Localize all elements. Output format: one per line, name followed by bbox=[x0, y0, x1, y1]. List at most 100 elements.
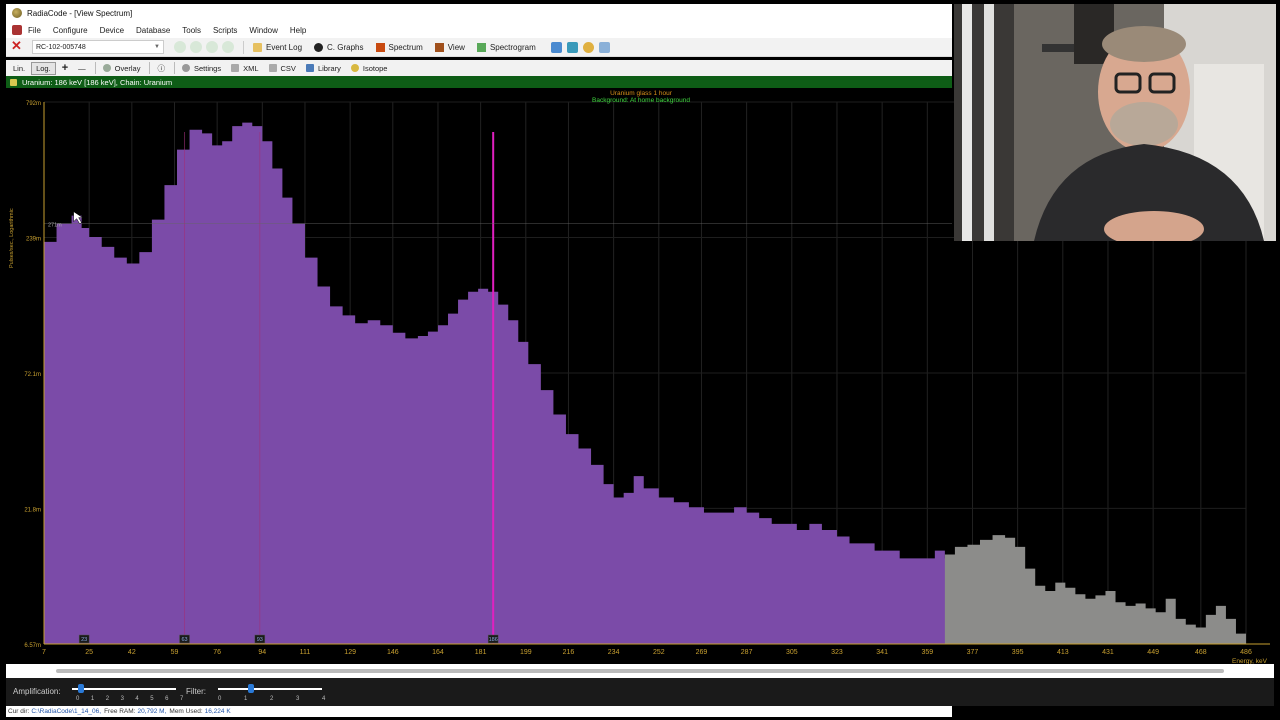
x-tick-label: 216 bbox=[563, 649, 575, 656]
x-tick-label: 146 bbox=[387, 649, 399, 656]
x-tick-label: 111 bbox=[300, 649, 311, 656]
toolbar-divider bbox=[149, 62, 151, 74]
refresh-icon[interactable] bbox=[190, 41, 202, 53]
amplification-slider-thumb[interactable] bbox=[78, 684, 84, 693]
x-tick-label: 181 bbox=[475, 649, 487, 656]
isotope-button[interactable]: Isotope bbox=[347, 62, 392, 75]
xml-button[interactable]: XML bbox=[227, 62, 262, 75]
xml-icon bbox=[231, 64, 240, 72]
device-logo-icon bbox=[10, 38, 26, 54]
scrollbar-thumb[interactable] bbox=[56, 669, 1224, 673]
globe-icon[interactable] bbox=[582, 41, 594, 53]
slider-tick-label: 0 bbox=[76, 696, 80, 702]
power-icon[interactable] bbox=[206, 41, 218, 53]
filter-slider[interactable] bbox=[218, 688, 322, 690]
slider-tick-label: 6 bbox=[165, 696, 169, 702]
info-button[interactable]: ⓘ bbox=[153, 62, 169, 75]
view-button[interactable]: View bbox=[432, 40, 468, 55]
csv-button[interactable]: CSV bbox=[265, 62, 300, 75]
c-graphs-icon bbox=[314, 42, 324, 52]
slider-tick-label: 3 bbox=[120, 696, 124, 702]
network-icon[interactable] bbox=[598, 41, 610, 53]
spectrum-button[interactable]: Spectrum bbox=[373, 40, 426, 55]
settings-button[interactable]: Settings bbox=[178, 62, 225, 75]
spectrogram-button[interactable]: Spectrogram bbox=[474, 40, 539, 55]
slider-tick-label: 2 bbox=[105, 696, 110, 702]
c-graphs-button[interactable]: C. Graphs bbox=[311, 40, 366, 55]
amplification-label: Amplification: bbox=[13, 687, 61, 696]
menu-help[interactable]: Help bbox=[290, 26, 306, 35]
menu-database[interactable]: Database bbox=[136, 26, 170, 35]
overlay-label: Overlay bbox=[114, 63, 141, 73]
free-ram-label: Free RAM: bbox=[104, 708, 136, 715]
slider-tick-label: 2 bbox=[270, 696, 274, 702]
slider-tick-label: 1 bbox=[90, 696, 95, 702]
event-log-button[interactable]: Event Log bbox=[250, 40, 305, 55]
device-select-value: RC-102-005748 bbox=[36, 43, 86, 51]
menu-window[interactable]: Window bbox=[249, 26, 277, 35]
y-tick-label: 6.57m bbox=[24, 643, 41, 649]
legend-background: Background: At home background bbox=[592, 97, 690, 104]
radiacode-app-icon bbox=[12, 8, 22, 18]
cur-dir-label: Cur dir: bbox=[8, 708, 30, 715]
library-button[interactable]: Library bbox=[302, 62, 345, 75]
x-tick-label: 234 bbox=[608, 649, 620, 656]
y-axis-title-text: Pulses/sec., Logarithmic bbox=[9, 208, 15, 268]
y-tick-label: 792m bbox=[26, 101, 41, 107]
mem-used-label: Mem Used: bbox=[169, 708, 203, 715]
x-tick-label: 486 bbox=[1240, 649, 1252, 656]
x-tick-label: 341 bbox=[876, 649, 888, 656]
marker-badge-label: 63 bbox=[181, 637, 187, 643]
menu-bar: File Configure Device Database Tools Scr… bbox=[6, 22, 952, 38]
csv-icon bbox=[268, 64, 277, 72]
x-tick-label: 449 bbox=[1147, 649, 1159, 656]
radiacode-app: RadiaCode - [View Spectrum] File Configu… bbox=[0, 0, 1280, 720]
menu-configure[interactable]: Configure bbox=[53, 26, 88, 35]
library-label: Library bbox=[317, 63, 341, 73]
status-bar: Cur dir: C:\RadiaCode\1_14_06, Free RAM:… bbox=[6, 706, 952, 717]
spectrum-label: Spectrum bbox=[388, 42, 423, 52]
zoom-out-button[interactable]: — bbox=[74, 62, 90, 75]
cur-dir-value: C:\RadiaCode\1_14_06, bbox=[31, 708, 102, 715]
menu-tools[interactable]: Tools bbox=[182, 26, 201, 35]
menu-device[interactable]: Device bbox=[100, 26, 124, 35]
xml-label: XML bbox=[243, 63, 259, 73]
map-icon[interactable] bbox=[550, 41, 562, 53]
spectrum-toolbar: Lin. Log. + — Overlay ⓘ Settings XML CSV… bbox=[6, 60, 952, 76]
cube-icon[interactable] bbox=[566, 41, 578, 53]
slider-tick-label: 0 bbox=[218, 696, 222, 702]
sync-icon[interactable] bbox=[222, 41, 234, 53]
x-tick-label: 413 bbox=[1057, 649, 1069, 656]
marker-badge-label: 93 bbox=[257, 637, 263, 643]
zoom-in-button[interactable]: + bbox=[58, 62, 72, 75]
isotope-label: Isotope bbox=[362, 63, 388, 73]
filter-slider-thumb[interactable] bbox=[248, 684, 254, 693]
overlay-button[interactable]: Overlay bbox=[99, 62, 145, 75]
x-tick-label: 94 bbox=[258, 649, 266, 656]
menu-scripts[interactable]: Scripts bbox=[213, 26, 237, 35]
slider-tick-label: 4 bbox=[135, 696, 139, 702]
log-scale-button[interactable]: Log. bbox=[31, 61, 56, 75]
linear-scale-button[interactable]: Lin. bbox=[9, 62, 29, 75]
cursor-value-label: 271m bbox=[48, 222, 62, 228]
x-tick-label: 252 bbox=[653, 649, 665, 656]
gear-icon bbox=[181, 64, 190, 72]
app-menu-icon[interactable] bbox=[12, 25, 22, 35]
horizontal-scrollbar[interactable] bbox=[6, 664, 1274, 678]
main-toolbar: RC-102-005748 ▼ Event Log C. Graphs Spec… bbox=[6, 38, 952, 57]
amplification-slider[interactable] bbox=[72, 688, 176, 690]
device-select[interactable]: RC-102-005748 ▼ bbox=[32, 40, 164, 54]
x-tick-label: 199 bbox=[520, 649, 532, 656]
title-bar: RadiaCode - [View Spectrum] bbox=[6, 4, 952, 22]
connect-icon[interactable] bbox=[174, 41, 186, 53]
spectrogram-label: Spectrogram bbox=[489, 42, 536, 52]
window-title: RadiaCode - [View Spectrum] bbox=[27, 8, 133, 18]
mem-used-value: 16,224 K bbox=[204, 708, 231, 715]
slider-tick-label: 4 bbox=[322, 696, 326, 702]
extra-tool-icons bbox=[550, 41, 615, 53]
y-tick-label: 239m bbox=[26, 237, 41, 243]
marker-badge-label: 23 bbox=[81, 637, 87, 643]
spectrum-icon bbox=[375, 42, 385, 52]
menu-file[interactable]: File bbox=[28, 26, 41, 35]
view-icon bbox=[434, 42, 444, 52]
